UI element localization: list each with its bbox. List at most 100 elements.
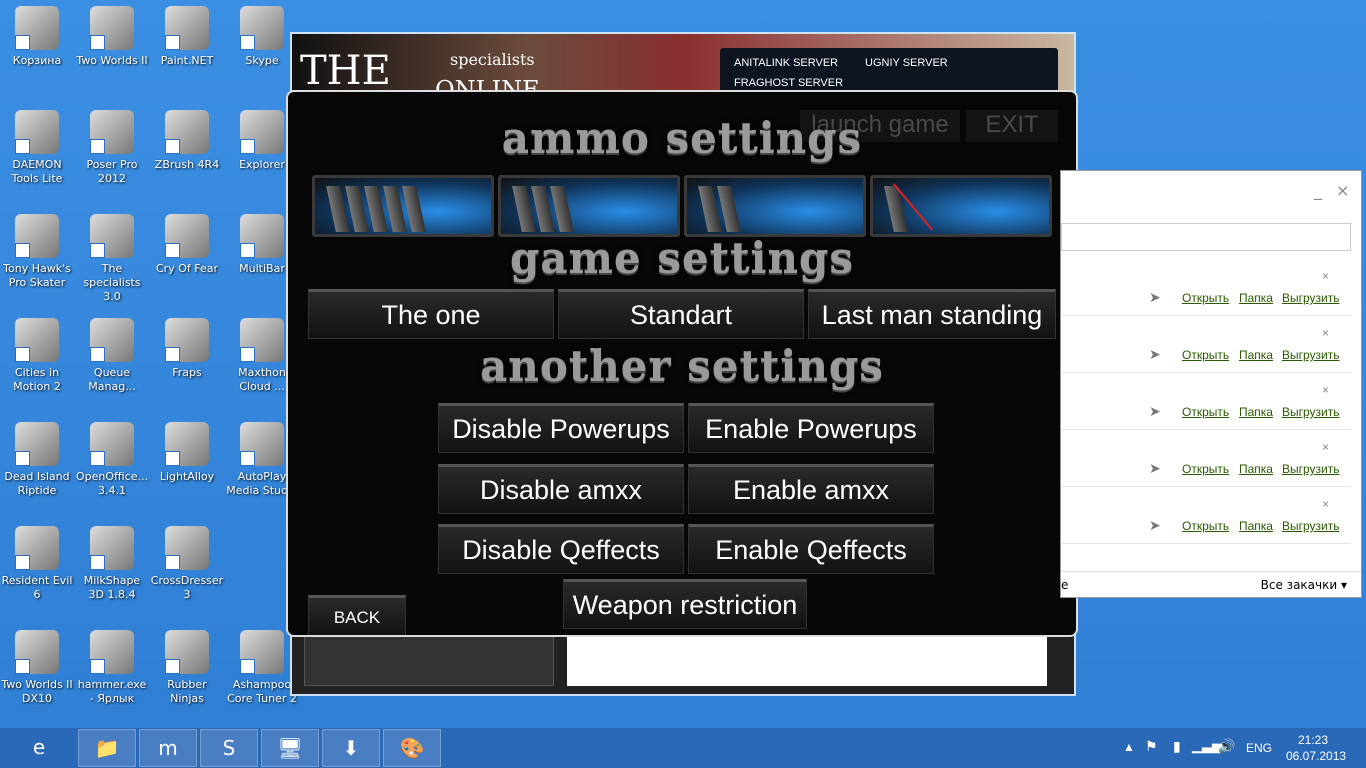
mode-standart-button[interactable]: Standart: [558, 289, 804, 339]
desktop-icon[interactable]: Fraps: [150, 314, 224, 380]
server-fraghost[interactable]: FRAGHOST SERVER: [734, 77, 843, 89]
disable-powerups-button[interactable]: Disable Powerups: [438, 403, 684, 453]
desktop-icon[interactable]: Dead Island Riptide: [0, 418, 74, 498]
downloads-footer: е Все закачки ▾: [1061, 571, 1361, 598]
upload-link[interactable]: Выгрузить: [1282, 291, 1340, 305]
remove-icon[interactable]: ×: [1322, 269, 1329, 283]
desktop-icon[interactable]: Skype: [225, 2, 299, 68]
remove-icon[interactable]: ×: [1322, 440, 1329, 454]
app-icon: [15, 214, 59, 258]
taskbar-app-button[interactable]: 🖥: [261, 729, 319, 767]
open-link[interactable]: Открыть: [1182, 462, 1229, 476]
disable-amxx-button[interactable]: Disable amxx: [438, 464, 684, 514]
upload-link[interactable]: Выгрузить: [1282, 462, 1340, 476]
clock-time[interactable]: 21:23: [1298, 733, 1328, 747]
ammo-option-1[interactable]: [870, 175, 1052, 237]
open-link[interactable]: Открыть: [1182, 519, 1229, 533]
taskbar-app-button[interactable]: ⬇: [322, 729, 380, 767]
ammo-option-3[interactable]: [498, 175, 680, 237]
desktop-icon[interactable]: Tony Hawk's Pro Skater: [0, 210, 74, 290]
downloads-search-input[interactable]: [1061, 223, 1351, 251]
mode-the-one-button[interactable]: The one: [308, 289, 554, 339]
app-icon: [165, 214, 209, 258]
language-indicator[interactable]: ENG: [1246, 741, 1272, 755]
download-row: × ➤ Открыть Папка Выгрузить: [1061, 373, 1351, 430]
taskbar-app-button[interactable]: m: [139, 729, 197, 767]
taskbar-app-button[interactable]: 🎨: [383, 729, 441, 767]
send-icon[interactable]: ➤: [1149, 460, 1161, 477]
desktop-icon[interactable]: DAEMON Tools Lite: [0, 106, 74, 186]
clock-date[interactable]: 06.07.2013: [1286, 749, 1346, 763]
desktop-icon[interactable]: Корзина: [0, 2, 74, 68]
desktop-icon[interactable]: Ashampoo Core Tuner 2: [225, 626, 299, 706]
back-button[interactable]: BACK: [308, 595, 406, 635]
download-row: × ➤ Открыть Папка Выгрузить: [1061, 487, 1351, 544]
send-icon[interactable]: ➤: [1149, 346, 1161, 363]
send-icon[interactable]: ➤: [1149, 289, 1161, 306]
desktop-icon[interactable]: LightAlloy: [150, 418, 224, 484]
download-row: × ➤ Открыть Папка Выгрузить: [1061, 430, 1351, 487]
minimize-button[interactable]: _: [1314, 181, 1322, 200]
disable-qeffects-button[interactable]: Disable Qeffects: [438, 524, 684, 574]
folder-link[interactable]: Папка: [1239, 405, 1273, 419]
desktop-icon[interactable]: Rubber Ninjas: [150, 626, 224, 706]
upload-link[interactable]: Выгрузить: [1282, 405, 1340, 419]
volume-icon[interactable]: 🔊: [1218, 738, 1235, 755]
all-downloads-dropdown[interactable]: Все закачки ▾: [1261, 578, 1347, 592]
desktop-icon[interactable]: Two Worlds II DX10: [0, 626, 74, 706]
desktop-icon-label: LightAlloy: [159, 470, 215, 483]
app-icon: [165, 422, 209, 466]
taskbar-app-button[interactable]: 📁: [78, 729, 136, 767]
desktop-icon[interactable]: hammer.exe - Ярлык: [75, 626, 149, 706]
desktop-icon[interactable]: Poser Pro 2012: [75, 106, 149, 186]
desktop-icon[interactable]: Cities in Motion 2: [0, 314, 74, 394]
folder-link[interactable]: Папка: [1239, 462, 1273, 476]
desktop-icon-label: Two Worlds II: [76, 54, 148, 67]
desktop-icon[interactable]: The specialists 3.0: [75, 210, 149, 304]
tray-expand-icon[interactable]: ▲: [1123, 740, 1135, 754]
ammo-option-5[interactable]: [312, 175, 494, 237]
open-link[interactable]: Открыть: [1182, 348, 1229, 362]
app-icon: [165, 526, 209, 570]
desktop-icon[interactable]: MilkShape 3D 1.8.4: [75, 522, 149, 602]
remove-icon[interactable]: ×: [1322, 497, 1329, 511]
mode-last-man-standing-button[interactable]: Last man standing: [808, 289, 1056, 339]
enable-qeffects-button[interactable]: Enable Qeffects: [688, 524, 934, 574]
magazine-icon: [717, 186, 741, 232]
download-row: × ➤ Открыть Папка Выгрузить: [1061, 316, 1351, 373]
desktop-icon[interactable]: Two Worlds II: [75, 2, 149, 68]
remove-icon[interactable]: ×: [1322, 326, 1329, 340]
ammo-option-2[interactable]: [684, 175, 866, 237]
desktop-icon[interactable]: Queue Manag...: [75, 314, 149, 394]
desktop-icon[interactable]: ZBrush 4R4: [150, 106, 224, 172]
enable-amxx-button[interactable]: Enable amxx: [688, 464, 934, 514]
desktop-icon[interactable]: CrossDresser 3: [150, 522, 224, 602]
open-link[interactable]: Открыть: [1182, 405, 1229, 419]
folder-link[interactable]: Папка: [1239, 519, 1273, 533]
send-icon[interactable]: ➤: [1149, 403, 1161, 420]
send-icon[interactable]: ➤: [1149, 517, 1161, 534]
weapon-restriction-button[interactable]: Weapon restriction: [563, 579, 807, 629]
open-link[interactable]: Открыть: [1182, 291, 1229, 305]
desktop-icon[interactable]: Resident Evil 6: [0, 522, 74, 602]
taskbar-app-button[interactable]: e: [10, 729, 68, 767]
server-ugniy[interactable]: UGNIY SERVER: [865, 57, 948, 69]
upload-link[interactable]: Выгрузить: [1282, 348, 1340, 362]
close-button[interactable]: ×: [1336, 181, 1349, 200]
upload-link[interactable]: Выгрузить: [1282, 519, 1340, 533]
folder-link[interactable]: Папка: [1239, 291, 1273, 305]
folder-link[interactable]: Папка: [1239, 348, 1273, 362]
server-anitalink[interactable]: ANITALINK SERVER: [734, 57, 838, 69]
desktop-icon-label: Fraps: [172, 366, 202, 379]
desktop-icon[interactable]: OpenOffice... 3.4.1: [75, 418, 149, 498]
desktop-icon-label: Cities in Motion 2: [13, 366, 61, 393]
remove-icon[interactable]: ×: [1322, 383, 1329, 397]
desktop-icon[interactable]: Cry Of Fear: [150, 210, 224, 276]
enable-powerups-button[interactable]: Enable Powerups: [688, 403, 934, 453]
taskbar-app-button[interactable]: S: [200, 729, 258, 767]
launcher-banner: THE specialists ONLINE ANITALINK SERVER UG…: [292, 34, 1074, 94]
another-settings-title: another settings: [480, 342, 884, 391]
action-center-icon[interactable]: ⚑: [1145, 738, 1158, 755]
battery-icon[interactable]: ▮: [1173, 738, 1181, 755]
desktop-icon[interactable]: Paint.NET: [150, 2, 224, 68]
